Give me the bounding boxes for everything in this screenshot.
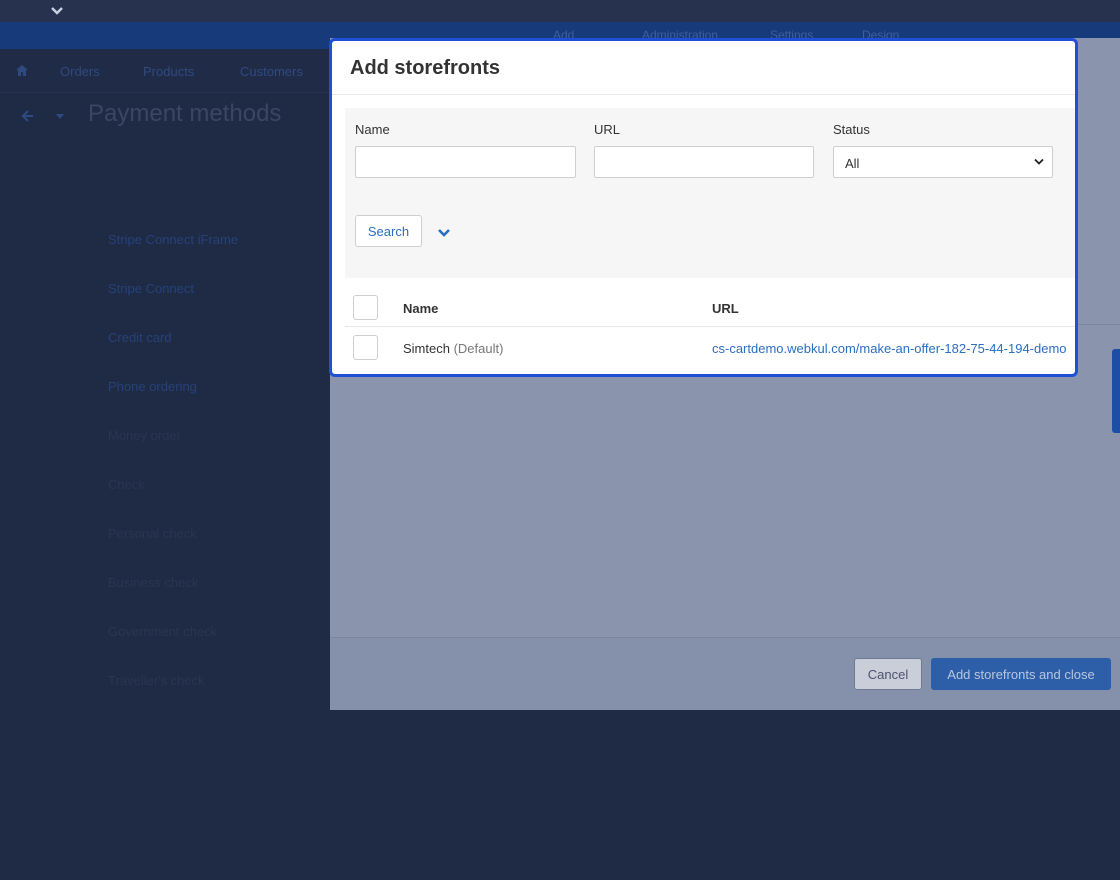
url-label: URL	[594, 122, 621, 137]
payment-method-item[interactable]: Credit card	[108, 330, 172, 345]
side-panel-tab[interactable]	[1112, 349, 1120, 433]
home-icon[interactable]	[16, 65, 28, 76]
dialog-footer: Cancel Add storefronts and close	[330, 637, 1120, 710]
table-header: Name URL	[345, 289, 1075, 327]
storefront-name: Simtech (Default)	[403, 341, 504, 356]
cancel-button[interactable]: Cancel	[854, 658, 922, 690]
add-storefronts-and-close-button[interactable]: Add storefronts and close	[931, 658, 1111, 690]
back-arrow-icon[interactable]	[20, 109, 34, 123]
top-strip	[0, 0, 1120, 22]
payment-method-item[interactable]: Government check	[108, 624, 217, 639]
menu-orders[interactable]: Orders	[60, 64, 100, 79]
chevron-down-icon	[1034, 158, 1044, 165]
payment-method-item[interactable]: Phone ordering	[108, 379, 197, 394]
chevron-down-icon[interactable]	[50, 4, 64, 18]
payment-method-item[interactable]: Check	[108, 477, 145, 492]
default-tag: (Default)	[453, 341, 504, 356]
payment-method-item[interactable]: Stripe Connect	[108, 281, 194, 296]
payment-method-item[interactable]: Business check	[108, 575, 198, 590]
url-input[interactable]	[594, 146, 814, 178]
search-filter-panel: Name URL Status All Search	[345, 108, 1075, 278]
expand-filters-icon[interactable]	[437, 228, 451, 238]
payment-method-item[interactable]: Traveller's check	[108, 673, 205, 688]
menu-products[interactable]: Products	[143, 64, 194, 79]
payment-method-item[interactable]: Stripe Connect iFrame	[108, 232, 238, 247]
status-select[interactable]: All	[833, 146, 1053, 178]
select-all-checkbox[interactable]	[353, 295, 378, 320]
payment-method-item[interactable]: Money order	[108, 428, 181, 443]
storefront-url-link[interactable]: cs-cartdemo.webkul.com/make-an-offer-182…	[712, 341, 1067, 356]
row-checkbox[interactable]	[353, 335, 378, 360]
popup-title: Add storefronts	[350, 57, 500, 79]
menu-customers[interactable]: Customers	[240, 64, 303, 79]
name-label: Name	[355, 122, 390, 137]
search-button[interactable]: Search	[355, 215, 422, 247]
page-title: Payment methods	[88, 100, 282, 127]
add-storefronts-popup: Add storefronts Name URL Status All Sear…	[329, 38, 1078, 377]
name-input[interactable]	[355, 146, 576, 178]
table-row: Simtech (Default) cs-cartdemo.webkul.com…	[345, 328, 1075, 370]
caret-down-icon[interactable]	[55, 112, 65, 120]
column-header-name: Name	[403, 301, 439, 316]
divider	[332, 94, 1075, 95]
payment-method-item[interactable]: Personal check	[108, 526, 197, 541]
status-selected-value: All	[845, 156, 860, 171]
column-header-url: URL	[712, 301, 739, 316]
status-label: Status	[833, 122, 870, 137]
